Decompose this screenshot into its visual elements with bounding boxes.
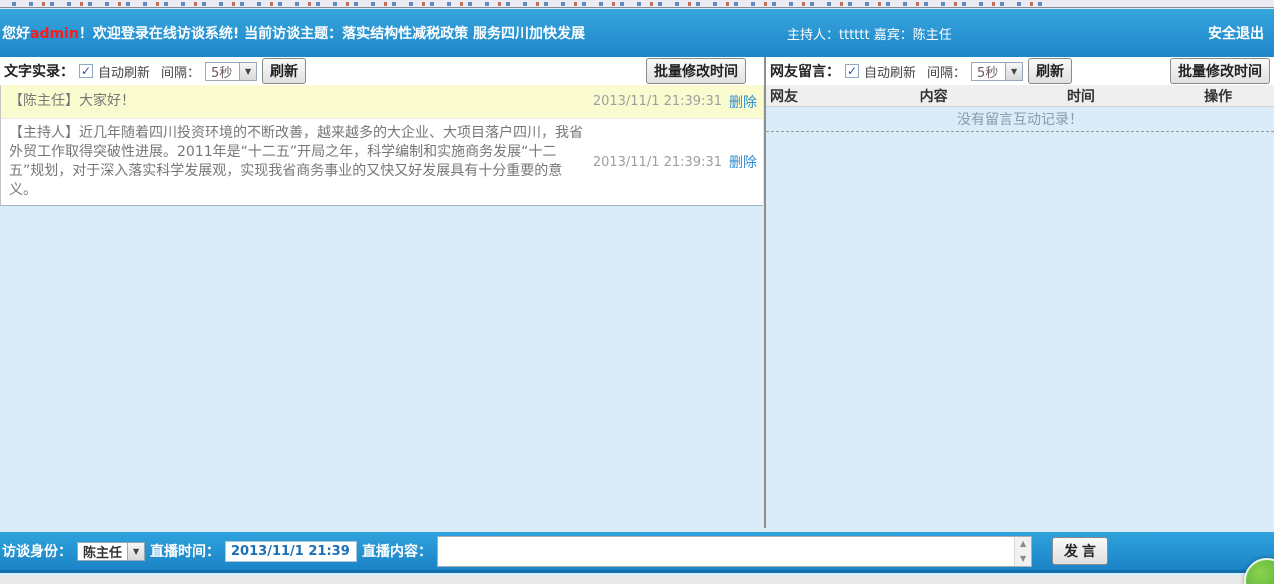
check-icon: ✓ [847,65,857,77]
comments-table-header: 网友 内容 时间 操作 [766,85,1274,107]
broadcast-time-label: 直播时间： [150,541,220,561]
comments-refresh-button[interactable]: 刷新 [1028,58,1072,84]
comments-interval-value: 5秒 [971,62,1005,81]
comments-interval-label: 间隔： [927,62,966,81]
transcript-message-row: 【陈主任】大家好！ 2013/11/1 21:39:31 删除 [1,85,763,119]
transcript-toolbar: 文字实录： ✓ 自动刷新 间隔： 5秒 ▼ 刷新 批量修改时间 [0,57,764,85]
transcript-panel: 文字实录： ✓ 自动刷新 间隔： 5秒 ▼ 刷新 批量修改时间 【陈主任】大家好… [0,57,764,532]
greeting-prefix: 您好 [2,26,30,42]
logout-link[interactable]: 安全退出 [1208,23,1264,43]
message-timestamp: 2013/11/1 21:39:31 [593,94,722,109]
chevron-down-icon: ▼ [127,542,145,561]
transcript-message-list: 【陈主任】大家好！ 2013/11/1 21:39:31 删除 【主持人】近几年… [0,85,763,206]
transcript-interval-value: 5秒 [205,62,239,81]
delete-message-link[interactable]: 删除 [729,152,757,172]
comments-batch-edit-time-button[interactable]: 批量修改时间 [1170,58,1270,84]
main-area: 文字实录： ✓ 自动刷新 间隔： 5秒 ▼ 刷新 批量修改时间 【陈主任】大家好… [0,57,1274,532]
check-icon: ✓ [81,65,91,77]
broadcast-time-input[interactable] [225,541,357,562]
comments-empty-message: 没有留言互动记录！ [766,107,1274,132]
column-header-content: 内容 [868,86,1000,106]
header-bar: 您好admin！欢迎登录在线访谈系统! 当前访谈主题：落实结构性减税政策 服务四… [0,9,1274,57]
comments-auto-refresh-label: 自动刷新 [864,62,916,81]
transcript-refresh-button[interactable]: 刷新 [262,58,306,84]
comments-panel-title: 网友留言： [770,61,840,81]
transcript-interval-label: 间隔： [161,62,200,81]
comments-panel: 网友留言： ✓ 自动刷新 间隔： 5秒 ▼ 刷新 批量修改时间 网友 内容 时间… [766,57,1274,532]
transcript-message-row: 【主持人】近几年随着四川投资环境的不断改善，越来越多的大企业、大项目落户四川，我… [1,119,763,205]
broadcast-content-input[interactable] [438,537,1014,566]
chevron-down-icon: ▼ [239,62,257,81]
message-text: 【主持人】近几年随着四川投资环境的不断改善，越来越多的大企业、大项目落户四川，我… [1,119,593,205]
transcript-auto-refresh-label: 自动刷新 [98,62,150,81]
composer-bar: 访谈身份： 陈主任 ▼ 直播时间： 直播内容： ▲ ▼ 发 言 [0,532,1274,573]
identity-value: 陈主任 [77,542,127,561]
transcript-interval-select[interactable]: 5秒 ▼ [205,62,257,81]
transcript-panel-title: 文字实录： [4,61,74,81]
clipped-text-marks [12,2,1042,6]
clipped-top-strip [0,0,1274,8]
comments-interval-select[interactable]: 5秒 ▼ [971,62,1023,81]
column-header-time: 时间 [1000,86,1163,106]
message-meta: 2013/11/1 21:39:31 删除 [593,152,763,172]
submit-speech-button[interactable]: 发 言 [1052,537,1108,565]
comments-toolbar: 网友留言： ✓ 自动刷新 间隔： 5秒 ▼ 刷新 批量修改时间 [766,57,1274,85]
scroll-down-icon[interactable]: ▼ [1015,552,1031,566]
chevron-down-icon: ▼ [1005,62,1023,81]
message-meta: 2013/11/1 21:39:31 删除 [593,92,763,112]
footer-strip [0,576,1274,584]
username: admin [30,26,79,42]
greeting-suffix: ！欢迎登录在线访谈系统! 当前访谈主题：落实结构性减税政策 服务四川加快发展 [79,26,585,42]
message-timestamp: 2013/11/1 21:39:31 [593,155,722,170]
column-header-user: 网友 [766,86,868,106]
scroll-up-icon[interactable]: ▲ [1015,537,1031,551]
broadcast-content-box: ▲ ▼ [437,536,1032,567]
welcome-text: 您好admin！欢迎登录在线访谈系统! 当前访谈主题：落实结构性减税政策 服务四… [0,23,585,43]
message-text: 【陈主任】大家好！ [1,87,593,116]
identity-label: 访谈身份： [2,541,72,561]
host-guest-info: 主持人：tttttt 嘉宾：陈主任 [787,24,952,43]
column-header-action: 操作 [1162,86,1274,106]
textarea-scrollbar[interactable]: ▲ ▼ [1014,537,1031,566]
transcript-batch-edit-time-button[interactable]: 批量修改时间 [646,58,746,84]
transcript-auto-refresh-checkbox[interactable]: ✓ [79,64,93,78]
delete-message-link[interactable]: 删除 [729,92,757,112]
comments-auto-refresh-checkbox[interactable]: ✓ [845,64,859,78]
identity-select[interactable]: 陈主任 ▼ [77,542,145,561]
broadcast-content-label: 直播内容： [362,541,432,561]
